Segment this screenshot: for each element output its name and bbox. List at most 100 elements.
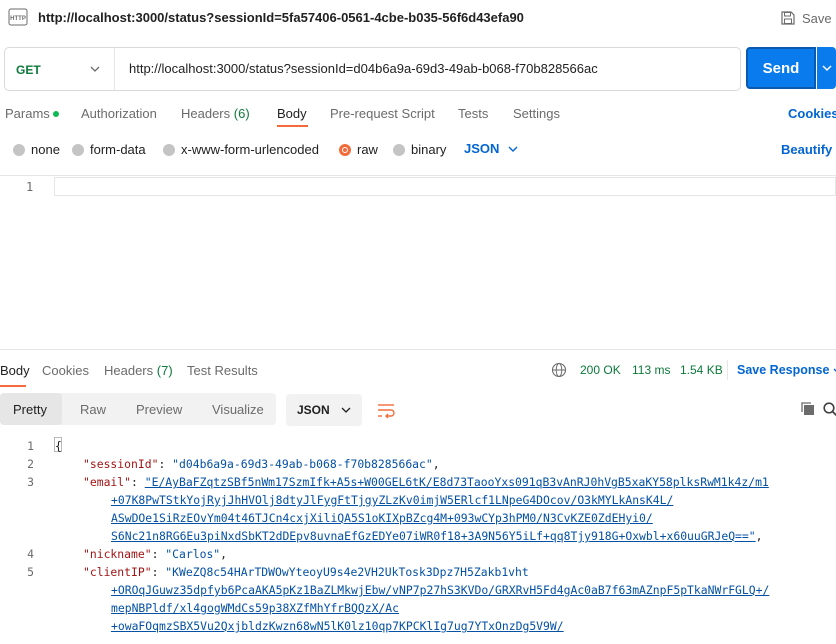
wrap-lines-icon [378, 404, 395, 419]
radio-form-data-label: form-data [90, 142, 146, 157]
json-line-clientip: "clientIP": "KWeZQ8c54HArTDWOwYteoyU9s4e… [83, 565, 529, 579]
radio-urlencoded[interactable]: x-www-form-urlencoded [163, 142, 319, 157]
line-number: 4 [27, 547, 34, 561]
search-icon[interactable] [822, 401, 836, 417]
radio-raw-label: raw [357, 142, 378, 157]
json-open-brace: { [55, 439, 62, 453]
separator [727, 360, 728, 380]
save-response-label: Save Response [737, 363, 830, 377]
request-body-editor[interactable] [54, 177, 836, 196]
tab-authorization[interactable]: Authorization [81, 106, 157, 121]
radio-urlencoded-label: x-www-form-urlencoded [181, 142, 319, 157]
json-value-continuation: S6Nc21n8RG6Eu3piNxdSbKT2dDEpv8uvnaEfGzED… [111, 529, 763, 543]
radio-form-data[interactable]: form-data [72, 142, 146, 157]
request-title-bar: HTTP http://localhost:3000/status?sessio… [0, 0, 836, 36]
radio-none[interactable]: none [13, 142, 60, 157]
json-line-email: "email": "E/AyBaFZqtzSBf5nWm17SzmIfk+A5s… [83, 475, 769, 489]
json-value-tail: S6Nc21n8RG6Eu3piNxdSbKT2dDEpv8uvnaEfGzED… [111, 529, 756, 543]
view-raw[interactable]: Raw [80, 402, 106, 417]
response-tab-headers-count: (7) [156, 363, 173, 378]
json-key: "email" [83, 475, 132, 489]
cookies-link[interactable]: Cookies [788, 106, 836, 121]
response-format-label: JSON [297, 403, 330, 417]
method-label: GET [16, 63, 41, 77]
response-format-select[interactable]: JSON [286, 394, 362, 426]
response-tab-cookies[interactable]: Cookies [42, 363, 89, 378]
view-visualize[interactable]: Visualize [212, 402, 264, 417]
method-select[interactable]: GET [5, 48, 115, 90]
status-code[interactable]: 200 OK [580, 363, 621, 377]
response-tab-body[interactable]: Body [0, 363, 30, 378]
radio-binary-label: binary [411, 142, 447, 157]
tab-prerequest-script[interactable]: Pre-request Script [330, 106, 435, 121]
radio-none-label: none [31, 142, 60, 157]
tab-params-label: Params [5, 106, 50, 121]
chevron-down-icon [341, 407, 351, 413]
radio-dot [72, 143, 84, 156]
chevron-down-icon [90, 66, 100, 72]
line-number: 1 [27, 439, 34, 453]
tab-body[interactable]: Body [277, 106, 307, 121]
active-tab-indicator [277, 125, 308, 127]
tab-headers-count: (6) [233, 106, 250, 121]
chevron-down-icon [508, 146, 518, 152]
response-tab-headers[interactable]: Headers (7) [104, 363, 173, 378]
view-preview[interactable]: Preview [136, 402, 182, 417]
line-number: 1 [26, 180, 34, 194]
save-label: Save [802, 10, 832, 26]
json-value-continuation: +owaFOqmzSBX5Vu2QxjbldzKwzn68wN5lK0lz10q… [111, 619, 564, 633]
json-key: "nickname" [83, 547, 152, 561]
view-pretty[interactable]: Pretty [13, 402, 47, 417]
radio-dot [13, 143, 25, 156]
radio-dot-selected [339, 143, 351, 156]
json-line-nickname: "nickname": "Carlos", [83, 547, 228, 561]
response-time[interactable]: 113 ms [632, 363, 670, 377]
globe-icon[interactable] [551, 362, 567, 378]
response-active-tab-indicator [0, 385, 26, 387]
json-value: "Carlos" [165, 547, 221, 561]
line-number: 2 [27, 457, 34, 471]
svg-text:HTTP: HTTP [10, 16, 26, 22]
tab-tests[interactable]: Tests [458, 106, 488, 121]
radio-raw[interactable]: raw [339, 142, 378, 157]
body-format-label: JSON [464, 141, 500, 156]
radio-dot [163, 143, 175, 156]
tab-params[interactable]: Params [5, 106, 59, 121]
save-response-button[interactable]: Save Response [737, 363, 836, 377]
wrap-lines-button[interactable] [370, 394, 402, 426]
response-divider[interactable] [0, 349, 836, 350]
chevron-down-icon [822, 65, 832, 72]
response-tab-headers-label: Headers [104, 363, 154, 378]
json-key: "sessionId" [83, 457, 159, 471]
copy-icon[interactable] [800, 401, 816, 417]
params-indicator-dot [52, 110, 59, 117]
request-title[interactable]: http://localhost:3000/status?sessionId=5… [38, 10, 524, 25]
line-number: 5 [27, 565, 34, 579]
beautify-button[interactable]: Beautify [781, 142, 832, 157]
tab-settings[interactable]: Settings [513, 106, 560, 121]
response-tab-test-results[interactable]: Test Results [187, 363, 258, 378]
body-format-select[interactable]: JSON [464, 141, 519, 156]
url-input[interactable]: http://localhost:3000/status?sessionId=d… [129, 61, 598, 76]
json-value-continuation: ASwDOe1SiRzEOvYm04t46TJCn4cxjXiliQA5S1oK… [111, 511, 653, 525]
json-value: "KWeZQ8c54HArTDWOwYteoyU9s4e2VH2UkTosk3D… [165, 565, 529, 579]
tab-headers[interactable]: Headers (6) [181, 106, 250, 121]
editor-divider [0, 175, 836, 176]
json-line-sessionid: "sessionId": "d04b6a9a-69d3-49ab-b068-f7… [83, 457, 440, 471]
send-button[interactable]: Send [746, 47, 816, 89]
json-value: "d04b6a9a-69d3-49ab-b068-f70b828566ac" [172, 457, 433, 471]
http-icon: HTTP [8, 8, 28, 26]
save-button[interactable]: Save [780, 8, 832, 28]
json-key: "clientIP" [83, 565, 152, 579]
send-options-button[interactable] [817, 47, 836, 89]
line-number: 3 [27, 475, 34, 489]
json-value-continuation: +07K8PwTStkYojRyjJhHVOlj8dtyJlFygFtTjgyZ… [111, 493, 674, 507]
json-value-continuation: +OROqJGuwz35dpfyb6PcaAKA5pKz1BaZLMkwjEbw… [111, 583, 770, 597]
radio-dot [393, 143, 405, 156]
response-size[interactable]: 1.54 KB [680, 363, 723, 377]
json-value-continuation: mepNBPldf/xl4gogWMdCs59p38XZfMhYfrBQQzX/… [111, 601, 400, 615]
save-icon [781, 11, 795, 25]
url-bar: GET http://localhost:3000/status?session… [4, 47, 741, 91]
radio-binary[interactable]: binary [393, 142, 446, 157]
tab-headers-label: Headers [181, 106, 231, 121]
